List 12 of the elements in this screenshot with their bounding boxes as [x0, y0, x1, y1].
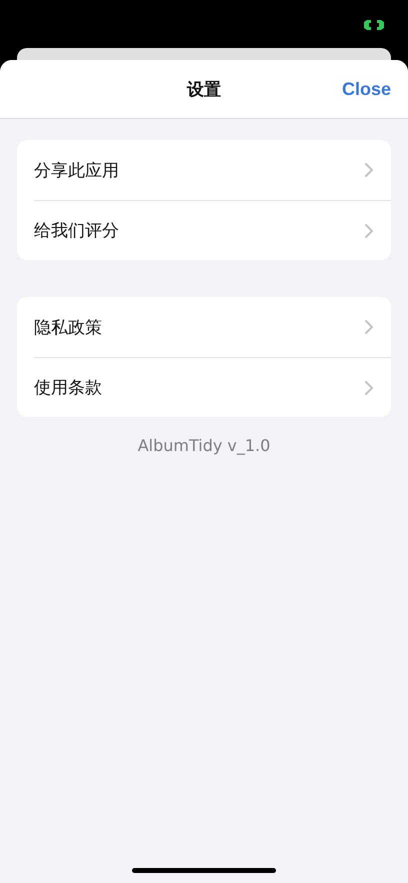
- settings-row[interactable]: 隐私政策: [34, 297, 391, 357]
- app-version: AlbumTidy v_1.0: [136, 436, 272, 455]
- chevron-right-icon: [365, 224, 373, 238]
- settings-row[interactable]: 给我们评分: [34, 200, 391, 260]
- sheet-title: 设置: [186, 78, 222, 100]
- settings-row[interactable]: 分享此应用: [34, 140, 391, 200]
- bracket-indicator-icon: [364, 20, 384, 30]
- chevron-right-icon: [365, 163, 373, 177]
- close-button[interactable]: Close: [331, 78, 391, 100]
- chevron-right-icon: [365, 380, 373, 394]
- chevron-right-icon: [365, 320, 373, 334]
- settings-row[interactable]: 使用条款: [34, 357, 391, 417]
